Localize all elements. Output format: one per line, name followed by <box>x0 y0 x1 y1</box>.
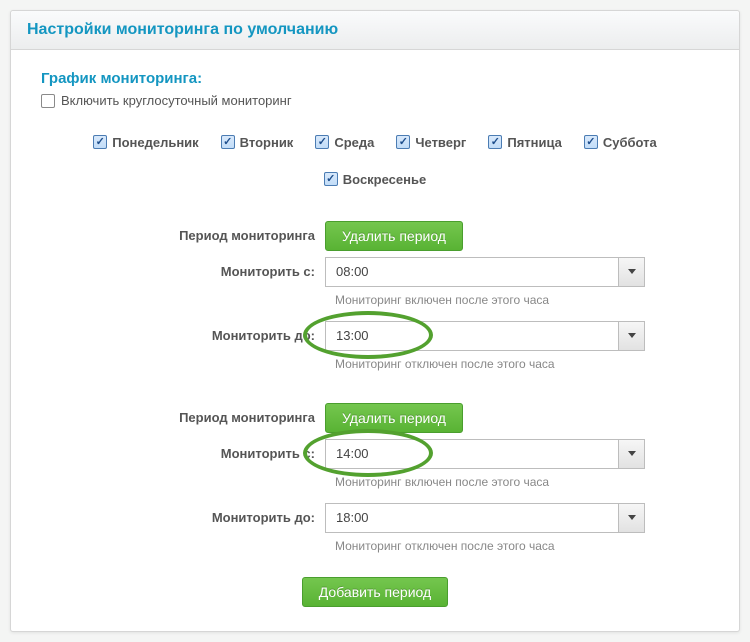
day-label: Среда <box>334 135 374 150</box>
chevron-down-icon[interactable] <box>618 504 644 532</box>
delete-period-button[interactable]: Удалить период <box>325 221 463 251</box>
day-checkbox-box[interactable] <box>315 135 329 149</box>
monitor-to-hint: Мониторинг отключен после этого часа <box>95 539 655 553</box>
monitor-from-select[interactable]: 14:00 <box>325 439 645 469</box>
monitor-to-hint: Мониторинг отключен после этого часа <box>95 357 655 371</box>
monitor-to-row: Мониторить до: 18:00 <box>95 503 655 533</box>
day-label: Суббота <box>603 135 657 150</box>
day-label: Пятница <box>507 135 562 150</box>
day-checkbox-1[interactable]: Вторник <box>221 135 294 150</box>
monitor-to-select[interactable]: 13:00 <box>325 321 645 351</box>
day-label: Воскресенье <box>343 172 426 187</box>
period-header-row: Период мониторинга Удалить период <box>95 221 655 251</box>
delete-period-button[interactable]: Удалить период <box>325 403 463 433</box>
day-label: Понедельник <box>112 135 198 150</box>
monitor-from-label: Мониторить с: <box>95 446 325 461</box>
monitor-from-label: Мониторить с: <box>95 264 325 279</box>
day-checkbox-4[interactable]: Пятница <box>488 135 562 150</box>
panel-body: График мониторинга: Включить круглосуточ… <box>11 50 739 631</box>
enable-247-text: Включить круглосуточный мониторинг <box>61 93 292 108</box>
monitor-from-row: Мониторить с: 14:00 <box>95 439 655 469</box>
periods-area: Период мониторинга Удалить период Монито… <box>41 221 709 607</box>
monitor-from-row: Мониторить с: 08:00 <box>95 257 655 287</box>
monitor-to-value: 18:00 <box>336 510 369 525</box>
monitor-from-select[interactable]: 08:00 <box>325 257 645 287</box>
day-checkbox-box[interactable] <box>221 135 235 149</box>
day-checkbox-box[interactable] <box>93 135 107 149</box>
day-checkbox-5[interactable]: Суббота <box>584 135 657 150</box>
period-label: Период мониторинга <box>95 228 325 243</box>
day-checkbox-box[interactable] <box>324 172 338 186</box>
day-checkbox-box[interactable] <box>584 135 598 149</box>
panel-title: Настройки мониторинга по умолчанию <box>11 11 739 50</box>
monitor-from-value: 08:00 <box>336 264 369 279</box>
schedule-title: График мониторинга: <box>41 70 709 87</box>
period-header-row: Период мониторинга Удалить период <box>95 403 655 433</box>
day-label: Четверг <box>415 135 466 150</box>
day-checkbox-6[interactable]: Воскресенье <box>324 172 426 187</box>
enable-247-row: Включить круглосуточный мониторинг <box>41 93 709 111</box>
period-label: Период мониторинга <box>95 410 325 425</box>
monitor-to-label: Мониторить до: <box>95 328 325 343</box>
day-checkbox-2[interactable]: Среда <box>315 135 374 150</box>
day-checkbox-3[interactable]: Четверг <box>396 135 466 150</box>
monitor-to-row: Мониторить до: 13:00 <box>95 321 655 351</box>
days-row: Понедельник Вторник Среда Четверг Пятница Суб… <box>41 135 709 187</box>
day-checkbox-0[interactable]: Понедельник <box>93 135 198 150</box>
monitor-from-value: 14:00 <box>336 446 369 461</box>
monitor-to-value: 13:00 <box>336 328 369 343</box>
day-checkbox-box[interactable] <box>396 135 410 149</box>
day-label: Вторник <box>240 135 294 150</box>
settings-panel: Настройки мониторинга по умолчанию Графи… <box>10 10 740 632</box>
chevron-down-icon[interactable] <box>618 258 644 286</box>
chevron-down-icon[interactable] <box>618 322 644 350</box>
monitor-from-hint: Мониторинг включен после этого часа <box>95 475 655 489</box>
chevron-down-icon[interactable] <box>618 440 644 468</box>
enable-247-label[interactable]: Включить круглосуточный мониторинг <box>41 93 292 108</box>
day-checkbox-box[interactable] <box>488 135 502 149</box>
monitor-to-label: Мониторить до: <box>95 510 325 525</box>
monitor-from-hint: Мониторинг включен после этого часа <box>95 293 655 307</box>
add-period-button[interactable]: Добавить период <box>302 577 448 607</box>
enable-247-checkbox[interactable] <box>41 94 55 108</box>
monitor-to-select[interactable]: 18:00 <box>325 503 645 533</box>
